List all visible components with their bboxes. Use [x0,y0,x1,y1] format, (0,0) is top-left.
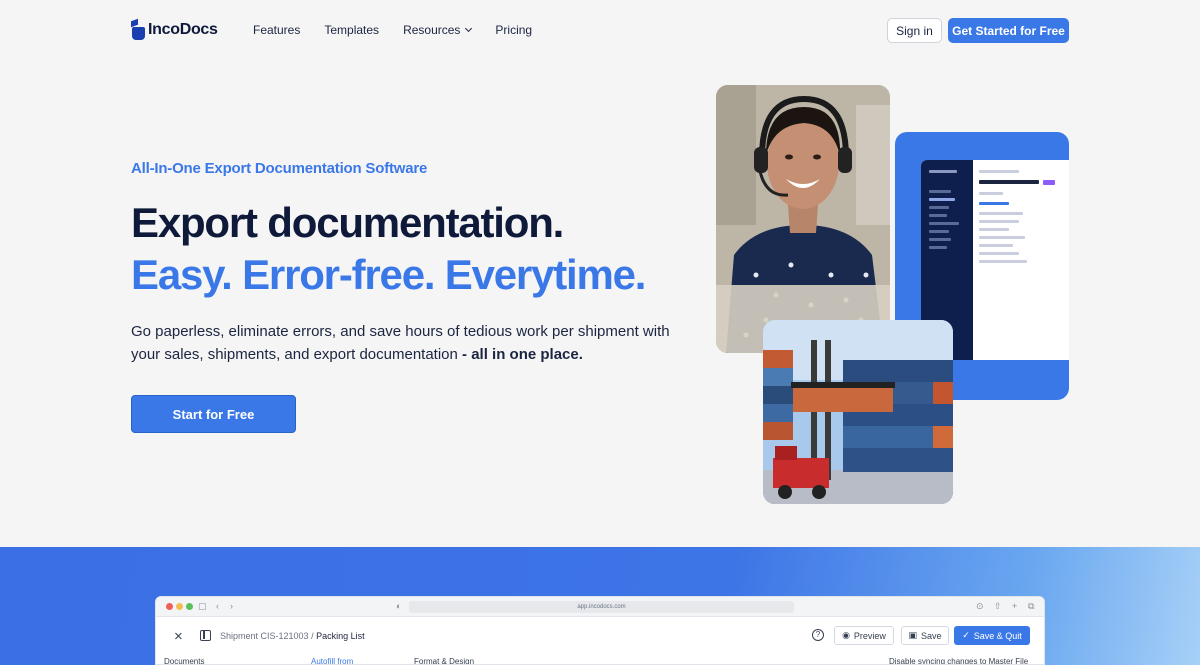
download-icon[interactable]: ⊙ [976,601,984,612]
editor-toolbar: × Shipment CIS-121003 / Packing List ? ◉… [156,617,1044,657]
save-label: Save [921,630,942,641]
nav-link-pricing[interactable]: Pricing [495,23,532,37]
nav-link-features[interactable]: Features [253,23,300,37]
save-and-quit-button[interactable]: ✓ Save & Quit [954,626,1030,645]
chevron-down-icon [465,24,473,33]
window-zoom-dot[interactable] [186,603,193,610]
forward-icon[interactable]: › [230,601,233,611]
hero-headline: Export documentation. [131,199,564,246]
preview-label: Preview [853,630,886,641]
breadcrumb-parent[interactable]: Shipment CIS-121003 [220,631,309,641]
hero-headline-accent: Easy. Error-free. Everytime. [131,251,646,298]
eye-icon: ◉ [842,630,850,640]
address-bar[interactable]: app.incodocs.com [409,601,794,613]
nav-link-resources[interactable]: Resources [403,23,473,37]
logo-mark-icon [131,18,145,40]
app-window: ▢ ‹ › ◐ app.incodocs.com ⊙ ⇧ + ⧉ × Shipm… [155,596,1045,665]
format-design-dropdown[interactable]: Format & Design [414,657,474,664]
save-button[interactable]: ▣ Save [901,626,949,645]
nav-links: Features Templates Resources Pricing [253,23,556,37]
get-started-button[interactable]: Get Started for Free [948,18,1069,43]
shipping-port-photo [763,320,953,504]
browser-titlebar: ▢ ‹ › ◐ app.incodocs.com ⊙ ⇧ + ⧉ [156,597,1044,617]
close-icon[interactable]: × [174,628,183,645]
sync-toggle-label[interactable]: Disable syncing changes to Master File [889,657,1028,664]
shield-icon: ◐ [396,601,402,611]
share-icon[interactable]: ⇧ [994,601,1002,612]
shipping-port-illustration [763,320,953,504]
nav-link-resources-label: Resources [403,23,461,37]
back-icon[interactable]: ‹ [216,601,219,611]
logo-text: IncoDocs [148,21,218,38]
panel-toggle-icon[interactable] [200,630,211,641]
start-for-free-button[interactable]: Start for Free [131,395,296,433]
breadcrumb-current: Packing List [316,631,365,641]
autofill-dropdown[interactable]: Autofill from [311,657,353,664]
hero-eyebrow: All-In-One Export Documentation Software [131,160,428,177]
hero-lead-text: Go paperless, eliminate errors, and save… [131,323,670,363]
sidebar-toggle-icon[interactable]: ▢ [198,601,207,612]
hero-lead: Go paperless, eliminate errors, and save… [131,320,671,366]
new-tab-icon[interactable]: + [1012,601,1017,611]
nav-link-templates[interactable]: Templates [324,23,379,37]
support-agent-photo [716,85,890,353]
top-nav: IncoDocs Features Templates Resources Pr… [0,0,1200,62]
help-icon[interactable]: ? [812,629,824,641]
support-agent-illustration [716,85,890,353]
sign-in-button[interactable]: Sign in [887,18,942,43]
tabs-overview-icon[interactable]: ⧉ [1028,601,1034,612]
hero-lead-strong: - all in one place. [457,346,583,363]
floppy-icon: ▣ [908,630,917,640]
breadcrumb-separator: / [308,631,317,641]
editor-subtoolbar: Documents Autofill from Format & Design … [156,657,1044,664]
window-close-dot[interactable] [166,603,173,610]
breadcrumb: Shipment CIS-121003 / Packing List [220,631,365,641]
window-minimize-dot[interactable] [176,603,183,610]
documents-tab[interactable]: Documents [164,657,204,664]
incodocs-logo[interactable]: IncoDocs [131,18,218,40]
save-quit-label: Save & Quit [973,630,1022,641]
preview-button[interactable]: ◉ Preview [834,626,894,645]
check-icon: ✓ [962,630,970,640]
